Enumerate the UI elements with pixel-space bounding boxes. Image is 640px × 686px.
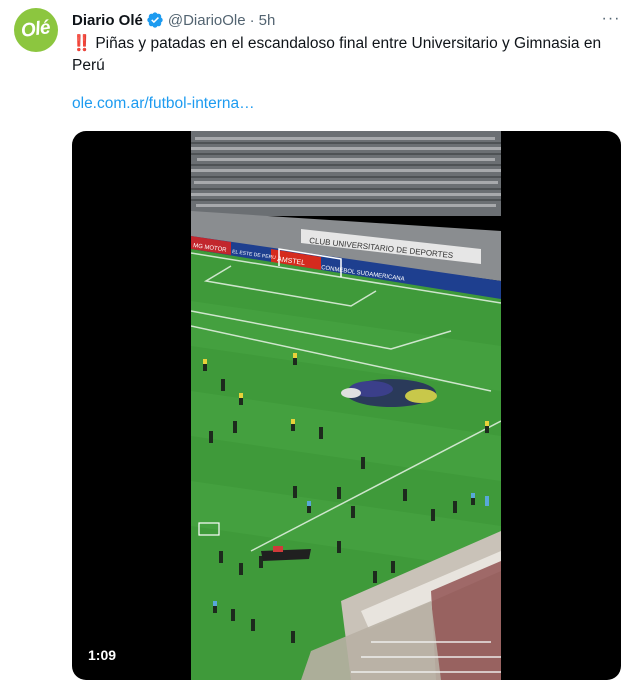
tweet-header: Diario Olé @DiarioOle · 5h xyxy=(72,10,275,30)
more-options-icon[interactable]: ··· xyxy=(600,8,622,30)
more-options-label: ··· xyxy=(601,10,621,27)
user-handle[interactable]: @DiarioOle xyxy=(168,12,246,29)
tweet-text: ‼️ Piñas y patadas en el escandaloso fina… xyxy=(72,33,622,77)
video-duration: 1:09 xyxy=(88,647,117,663)
double-exclamation-icon: ‼️ xyxy=(72,35,92,52)
article-link[interactable]: ole.com.ar/futbol-interna… xyxy=(72,95,255,113)
tweet-card[interactable]: Olé Diario Olé @DiarioOle · 5h ··· ‼️ Piñ… xyxy=(0,0,640,686)
video-player[interactable]: CLUB UNIVERSITARIO DE DEPORTES MG MOTOR … xyxy=(72,131,621,680)
avatar[interactable]: Olé xyxy=(14,8,58,52)
bench-red-object xyxy=(273,546,283,552)
verified-badge-icon xyxy=(147,12,163,28)
bench-mat xyxy=(261,549,311,561)
timestamp[interactable]: 5h xyxy=(259,12,276,29)
stadium-scene: CLUB UNIVERSITARIO DE DEPORTES MG MOTOR … xyxy=(191,131,501,680)
tweet-body: Piñas y patadas en el escandaloso final … xyxy=(72,35,602,74)
avatar-logo-text: Olé xyxy=(20,17,52,42)
display-name[interactable]: Diario Olé xyxy=(72,12,143,29)
separator-dot: · xyxy=(249,11,255,29)
video-frame[interactable]: CLUB UNIVERSITARIO DE DEPORTES MG MOTOR … xyxy=(191,131,501,680)
